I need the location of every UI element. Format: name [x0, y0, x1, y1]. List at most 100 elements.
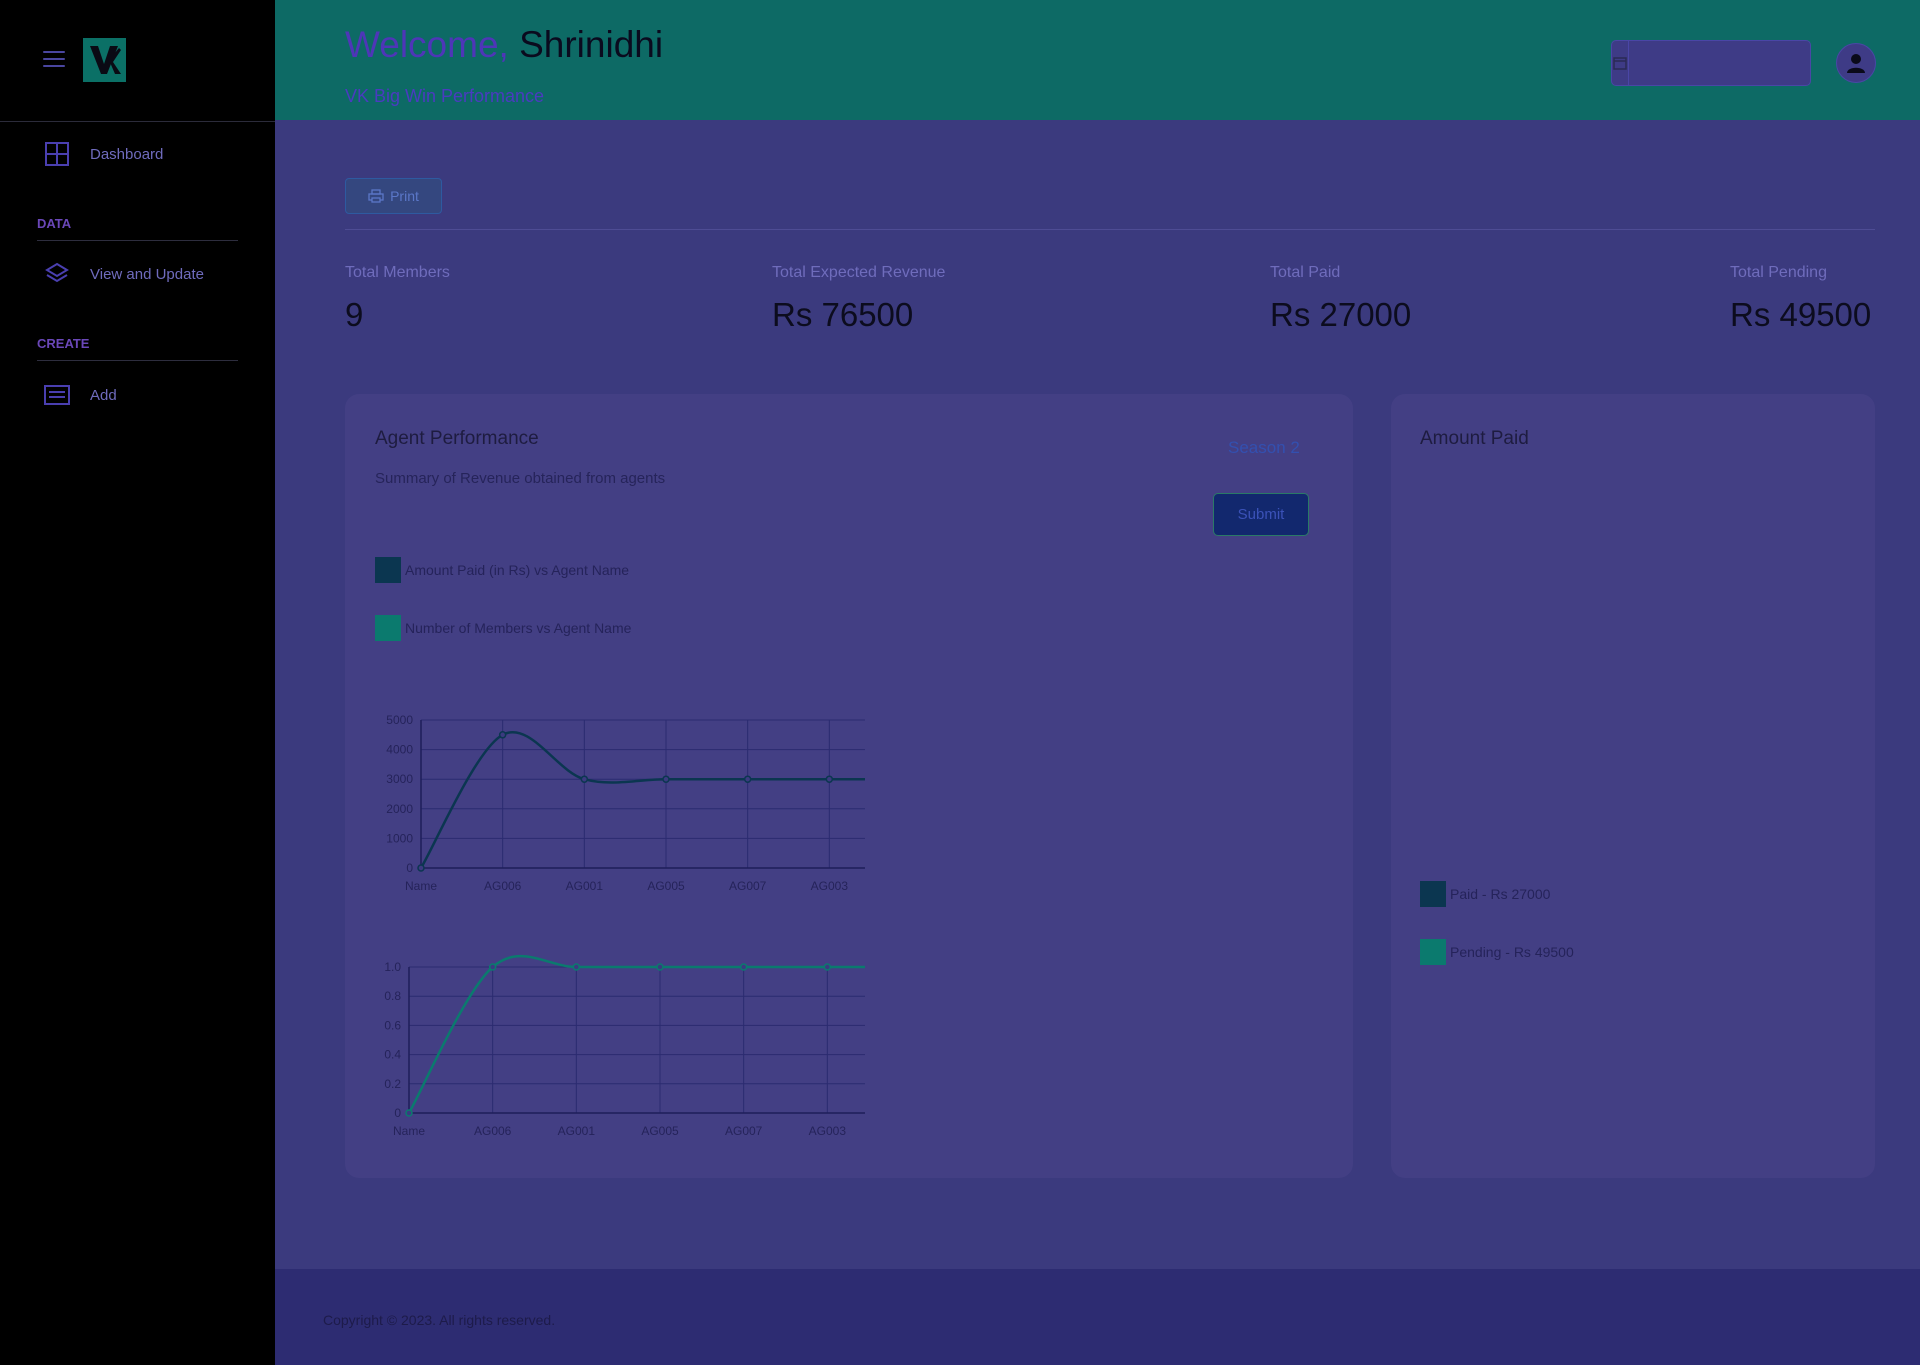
legend-swatch: [1420, 939, 1446, 965]
form-icon: [44, 382, 70, 408]
stat-total-paid: Total Paid Rs 27000: [1270, 264, 1411, 334]
stat-label: Total Members: [345, 264, 450, 281]
stat-value: Rs 27000: [1270, 296, 1412, 333]
legend-swatch: [1420, 881, 1446, 907]
dashboard-icon: [44, 141, 70, 167]
series-line: [407, 955, 865, 1114]
data-point: [825, 775, 834, 783]
x-tick-label: AG001: [566, 879, 604, 893]
card-subtitle: Summary of Revenue obtained from agents: [375, 470, 666, 487]
stat-label: Total Paid: [1270, 264, 1341, 281]
data-point: [417, 864, 425, 872]
sidebar-item-dashboard[interactable]: Dashboard: [44, 141, 163, 167]
y-tick-label: 0: [406, 861, 413, 875]
y-tick-label: 3000: [386, 772, 413, 786]
welcome-heading: Welcome, Shrinidhi: [345, 24, 663, 66]
y-tick-label: 4000: [386, 743, 413, 757]
app-logo[interactable]: [83, 38, 126, 82]
calendar-icon[interactable]: [1612, 41, 1629, 85]
sidebar-item-label: View and Update: [90, 265, 204, 283]
sidebar: Dashboard DATA View and Update CREATE Ad…: [0, 0, 275, 1365]
y-tick-label: 0.4: [384, 1048, 401, 1062]
x-tick-label: AG005: [641, 1124, 679, 1138]
section-divider: [37, 360, 238, 361]
print-label: Print: [390, 188, 419, 204]
sidebar-item-view-update[interactable]: View and Update: [44, 261, 204, 287]
page-subtitle: VK Big Win Performance: [345, 86, 545, 106]
x-tick-label: AG007: [725, 1124, 763, 1138]
stat-value: Rs 49500: [1730, 296, 1872, 333]
search-box: [1611, 40, 1818, 86]
legend-label: Pending - Rs 49500: [1450, 944, 1574, 960]
legend-swatch: [375, 615, 401, 641]
stat-label: Total Pending: [1730, 264, 1827, 281]
sidebar-item-label: Dashboard: [90, 145, 164, 163]
y-tick-label: 0.8: [384, 989, 401, 1003]
data-point: [498, 731, 507, 739]
x-tick-label: AG005: [647, 879, 685, 893]
x-tick-label: AG003: [811, 879, 849, 893]
printer-icon: [368, 189, 384, 203]
data-point: [743, 775, 752, 783]
stat-total-pending: Total Pending Rs 49500: [1730, 264, 1871, 334]
y-tick-label: 2000: [386, 802, 413, 816]
legend-item-paid: Paid - Rs 27000: [1420, 881, 1550, 907]
legend-swatch: [375, 557, 401, 583]
content-divider: [345, 229, 1875, 230]
y-tick-label: 0: [394, 1106, 401, 1120]
data-point: [488, 963, 497, 971]
menu-toggle-icon[interactable]: [43, 51, 65, 69]
user-name: Shrinidhi: [519, 24, 664, 65]
y-tick-label: 1000: [386, 831, 413, 845]
legend-label: Amount Paid (in Rs) vs Agent Name: [405, 562, 630, 578]
amount-paid-line-chart: 0 1000 2000 3000 4000 5000 Name AG006 AG001 AG005…: [386, 714, 865, 893]
data-point: [580, 775, 589, 783]
legend-label: Paid - Rs 27000: [1450, 886, 1551, 902]
card-title: Agent Performance: [375, 428, 539, 449]
footer: Copyright © 2023. All rights reserved.: [275, 1269, 1920, 1365]
x-tick-label: AG006: [484, 879, 522, 893]
y-tick-label: 1.0: [384, 960, 401, 974]
data-point: [739, 963, 748, 971]
x-tick-label: Name: [393, 1124, 425, 1138]
layers-icon: [44, 261, 70, 287]
x-tick-label: AG007: [729, 879, 767, 893]
x-tick-label: Name: [405, 879, 437, 893]
legend-label: Number of Members vs Agent Name: [405, 620, 632, 636]
x-tick-label: AG001: [558, 1124, 596, 1138]
print-button[interactable]: Print: [345, 178, 442, 214]
agent-performance-card: Agent Performance Summary of Revenue obt…: [345, 394, 1353, 1178]
y-tick-label: 0.2: [384, 1077, 401, 1091]
stat-label: Total Expected Revenue: [772, 264, 946, 281]
copyright-text: Copyright © 2023. All rights reserved.: [323, 1312, 556, 1328]
legend-item-pending: Pending - Rs 49500: [1420, 939, 1574, 965]
y-tick-label: 5000: [386, 714, 413, 727]
amount-paid-card: Amount Paid Paid - Rs 27000 Pending - Rs…: [1391, 394, 1875, 1178]
section-title-data: DATA: [37, 216, 72, 231]
user-avatar-icon[interactable]: [1836, 43, 1876, 83]
search-input[interactable]: [1629, 41, 1818, 85]
data-point: [662, 775, 670, 783]
sidebar-header: [0, 0, 275, 122]
series-line: [419, 731, 865, 869]
stat-total-expected-revenue: Total Expected Revenue Rs 76500: [772, 264, 945, 334]
x-tick-label: AG006: [474, 1124, 512, 1138]
data-point: [572, 963, 581, 971]
card-title: Amount Paid: [1420, 428, 1529, 449]
sidebar-item-add[interactable]: Add: [44, 382, 117, 408]
legend-item-amount: Amount Paid (in Rs) vs Agent Name: [375, 557, 629, 583]
members-line-chart: 0 0.2 0.4 0.6 0.8 1.0 Name AG006 AG001 AG005 AG007…: [384, 955, 865, 1138]
x-tick-label: AG003: [809, 1124, 847, 1138]
section-title-create: CREATE: [37, 336, 90, 351]
stat-total-members: Total Members 9: [345, 264, 450, 334]
submit-button[interactable]: Submit: [1213, 493, 1309, 536]
stat-value: 9: [345, 296, 364, 333]
stat-value: Rs 76500: [772, 296, 914, 333]
data-point: [656, 963, 664, 971]
data-point: [405, 1109, 413, 1117]
y-tick-label: 0.6: [384, 1018, 401, 1032]
section-divider: [37, 240, 238, 241]
season-select[interactable]: Season 2: [1228, 438, 1300, 458]
welcome-text: Welcome,: [345, 24, 509, 65]
data-point: [823, 963, 832, 971]
